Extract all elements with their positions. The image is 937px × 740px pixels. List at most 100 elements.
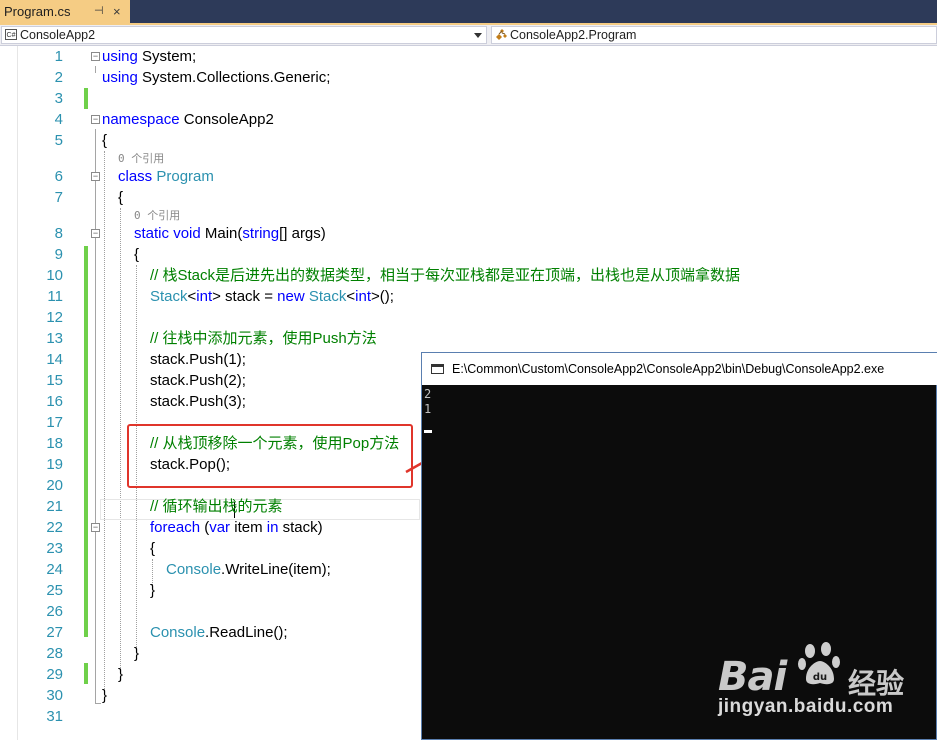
code-text: // 循环输出栈的元素 (150, 496, 283, 517)
document-tab-strip: Program.cs ⊣ × (0, 0, 937, 23)
code-token: >(); (371, 288, 394, 305)
line-number: 18 (46, 435, 63, 452)
console-app-icon (431, 364, 444, 374)
member-dropdown[interactable]: ConsoleApp2.Program (491, 26, 937, 44)
class-icon (496, 29, 507, 40)
line-number: 17 (46, 414, 63, 431)
code-text: } (102, 685, 107, 706)
code-text: { (118, 187, 123, 208)
member-dropdown-value: ConsoleApp2.Program (510, 28, 637, 42)
comment-token: // 栈Stack是后进先出的数据类型，相当于每次亚栈都是亚在顶端，出栈也是从顶… (150, 267, 741, 284)
console-cursor (424, 430, 432, 433)
code-text: // 栈Stack是后进先出的数据类型，相当于每次亚栈都是亚在顶端，出栈也是从顶… (150, 265, 740, 286)
code-line[interactable]: 4 namespace ConsoleApp2 (0, 109, 937, 130)
keyword-token: int (355, 288, 371, 305)
code-line[interactable]: 2 using System.Collections.Generic; (0, 67, 937, 88)
code-line[interactable]: 13 // 往栈中添加元素，使用Push方法 (0, 328, 937, 349)
code-token: System; (137, 48, 197, 65)
code-token: item (230, 519, 267, 536)
code-text: } (118, 664, 123, 685)
code-line[interactable]: 3 (0, 88, 937, 109)
code-token: [] args) (279, 225, 326, 242)
code-text: using System; (102, 46, 196, 67)
code-line[interactable]: 9{ (0, 244, 937, 265)
code-token: } (118, 666, 124, 683)
code-token: Main( (200, 225, 243, 242)
keyword-token: namespace (102, 111, 180, 128)
code-token: { (102, 132, 108, 149)
code-line[interactable]: 10 // 栈Stack是后进先出的数据类型，相当于每次亚栈都是亚在顶端，出栈也是… (0, 265, 937, 286)
code-token: stack.Push(1); (150, 351, 246, 368)
line-number: 24 (46, 561, 63, 578)
baidu-jingyan-watermark: Bai du 经验 jingyan.baidu.com (718, 634, 908, 724)
line-number: 21 (46, 498, 63, 515)
keyword-token: var (209, 519, 231, 536)
code-line[interactable]: 12 (0, 307, 937, 328)
project-dropdown-value: ConsoleApp2 (20, 28, 96, 42)
console-title: E:\Common\Custom\ConsoleApp2\ConsoleApp2… (452, 362, 885, 376)
csharp-project-icon: C# (5, 29, 17, 40)
keyword-token: in (266, 519, 279, 536)
keyword-token: class (118, 168, 153, 185)
line-number: 23 (46, 540, 63, 557)
code-text: foreach (var item in stack) (150, 517, 323, 538)
code-token: ConsoleApp2 (179, 111, 274, 128)
line-number: 20 (46, 477, 63, 494)
type-token: Console (166, 561, 222, 578)
code-token: System.Collections.Generic; (137, 69, 331, 86)
line-number: 27 (46, 624, 63, 641)
line-number: 13 (46, 330, 63, 347)
keyword-token: new (277, 288, 305, 305)
pin-icon[interactable]: ⊣ (94, 0, 104, 23)
line-number: 14 (46, 351, 63, 368)
project-dropdown[interactable]: C# ConsoleApp2 (1, 26, 487, 44)
watermark-brand: Bai (718, 654, 787, 700)
line-number: 6 (54, 168, 63, 185)
line-number: 19 (46, 456, 63, 473)
code-text: namespace ConsoleApp2 (102, 109, 274, 130)
tab-program-cs[interactable]: Program.cs ⊣ × (0, 0, 130, 23)
keyword-token: using (102, 48, 138, 65)
line-number: 26 (46, 603, 63, 620)
line-number: 9 (54, 246, 63, 263)
code-text: { (134, 244, 139, 265)
codelens-references[interactable]: 0 个引用 (134, 208, 180, 223)
keyword-token: static (134, 225, 170, 242)
code-token: .WriteLine(item); (221, 561, 331, 578)
line-number: 28 (46, 645, 63, 662)
code-token: } (102, 687, 108, 704)
line-number: 4 (54, 111, 63, 128)
console-output-line: 2 (424, 387, 432, 401)
code-line[interactable]: 6 class Program (0, 166, 937, 187)
keyword-token: using (102, 69, 138, 86)
svg-text:du: du (813, 672, 827, 683)
code-text: { (102, 130, 107, 151)
tab-title: Program.cs (4, 4, 71, 19)
close-icon[interactable]: × (113, 0, 121, 23)
code-text: Console.WriteLine(item); (166, 559, 331, 580)
highlight-box (127, 424, 413, 488)
type-token: Stack (150, 288, 188, 305)
keyword-token: void (173, 225, 201, 242)
code-line[interactable]: 7{ (0, 187, 937, 208)
code-token: stack.Push(2); (150, 372, 246, 389)
code-token: stack.Push(3); (150, 393, 246, 410)
console-title-bar[interactable]: E:\Common\Custom\ConsoleApp2\ConsoleApp2… (422, 353, 937, 385)
chevron-down-icon[interactable] (474, 33, 482, 38)
code-token: ( (200, 519, 210, 536)
code-token: stack) (278, 519, 323, 536)
code-text: using System.Collections.Generic; (102, 67, 330, 88)
type-token: Program (156, 168, 214, 185)
line-number: 10 (46, 267, 63, 284)
code-line[interactable]: 8 static void Main(string[] args) (0, 223, 937, 244)
code-line[interactable]: 1 using System; (0, 46, 937, 67)
code-text: stack.Push(3); (150, 391, 246, 412)
codelens-references[interactable]: 0 个引用 (118, 151, 164, 166)
code-line[interactable]: 5{ (0, 130, 937, 151)
navigation-bar: C# ConsoleApp2 ConsoleApp2.Program (0, 25, 937, 46)
code-token: { (150, 540, 156, 557)
keyword-token: string (242, 225, 280, 242)
code-text: Console.ReadLine(); (150, 622, 288, 643)
code-line[interactable]: 11 Stack<int> stack = new Stack<int>(); (0, 286, 937, 307)
line-number: 2 (54, 69, 63, 86)
